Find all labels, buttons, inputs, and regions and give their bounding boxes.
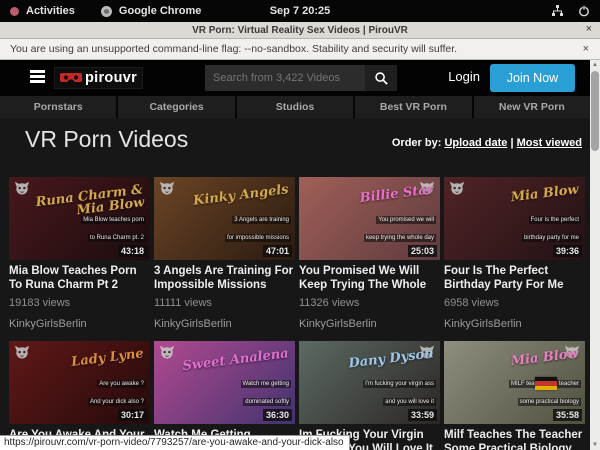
video-card[interactable]: Kinky Angels 3 Angels are training for i…	[154, 177, 295, 330]
network-icon[interactable]	[551, 5, 564, 17]
video-duration-badge: 25:03	[408, 245, 437, 257]
video-view-count: 19183 views	[9, 297, 150, 309]
desktop-top-bar: Activities Google Chrome Sep 7 20:25	[0, 0, 600, 22]
video-card[interactable]: Dany Dyson I'm fucking your virgin ass a…	[299, 341, 440, 450]
order-by-label: Order by:	[392, 137, 442, 149]
main-nav: PornstarsCategoriesStudiosBest VR PornNe…	[0, 96, 590, 118]
video-card[interactable]: Lady Lyne Are you awake ? And your dick …	[9, 341, 150, 450]
thumbnail-caption: Mia Blow teaches porn to Runa Charm pt. …	[81, 208, 146, 244]
nav-item-pornstars[interactable]: Pornstars	[0, 96, 118, 118]
video-card[interactable]: Mia Blow Four is the perfect birthday pa…	[444, 177, 585, 330]
scroll-down-icon[interactable]: ▼	[590, 440, 600, 450]
nav-item-studios[interactable]: Studios	[237, 96, 355, 118]
clock[interactable]: Sep 7 20:25	[0, 5, 600, 17]
studio-cat-logo-icon	[159, 345, 175, 360]
video-thumbnail[interactable]: Lady Lyne Are you awake ? And your dick …	[9, 341, 150, 424]
scrollbar-thumb[interactable]	[591, 71, 599, 151]
video-title-link[interactable]: Milf Teaches The Teacher Some Practical …	[444, 429, 585, 450]
studio-cat-logo-icon	[449, 181, 465, 196]
studio-link[interactable]: KinkyGirlsBerlin	[299, 318, 440, 330]
close-window-icon[interactable]: ×	[586, 23, 592, 35]
studio-cat-logo-icon	[14, 345, 30, 360]
nav-item-best-vr-porn[interactable]: Best VR Porn	[355, 96, 473, 118]
screen: Activities Google Chrome Sep 7 20:25 VR …	[0, 0, 600, 450]
studio-link[interactable]: KinkyGirlsBerlin	[154, 318, 295, 330]
page-title: VR Porn Videos	[25, 126, 188, 153]
video-thumbnail[interactable]: Dany Dyson I'm fucking your virgin ass a…	[299, 341, 440, 424]
search-button[interactable]	[365, 65, 397, 91]
search-input[interactable]	[205, 65, 365, 91]
nav-item-new-vr-porn[interactable]: New VR Porn	[474, 96, 590, 118]
video-view-count: 11326 views	[299, 297, 440, 309]
video-view-count: 6958 views	[444, 297, 585, 309]
order-separator: |	[507, 137, 516, 149]
thumbnail-caption: Watch me getting dominated softly	[241, 372, 291, 408]
video-card[interactable]: Runa Charm & Mia Blow Mia Blow teaches p…	[9, 177, 150, 330]
chrome-infobar: You are using an unsupported command-lin…	[0, 39, 600, 60]
join-now-button[interactable]: Join Now	[490, 64, 575, 92]
video-duration-badge: 35:58	[553, 409, 582, 421]
order-most-viewed-link[interactable]: Most viewed	[517, 137, 582, 149]
login-link[interactable]: Login	[448, 69, 480, 84]
search-icon	[374, 71, 389, 86]
video-duration-badge: 30:17	[118, 409, 147, 421]
page-viewport: pirouvr Login Join Now PornstarsCategori…	[0, 60, 600, 450]
video-title-link[interactable]: 3 Angels Are Training For Impossible Mis…	[154, 265, 295, 292]
browser-title-bar: VR Porn: Virtual Reality Sex Videos | Pi…	[0, 22, 600, 39]
video-thumbnail[interactable]: Kinky Angels 3 Angels are training for i…	[154, 177, 295, 260]
video-thumbnail[interactable]: Sweet Analena Watch me getting dominated…	[154, 341, 295, 424]
thumbnail-caption: Four is the perfect birthday party for m…	[522, 208, 581, 244]
video-title-link[interactable]: You Promised We Will Keep Trying The Who…	[299, 265, 440, 292]
video-title-link[interactable]: Mia Blow Teaches Porn To Runa Charm Pt 2	[9, 265, 150, 292]
studio-cat-logo-icon	[159, 181, 175, 196]
scroll-up-icon[interactable]: ▲	[590, 60, 600, 70]
video-title-link[interactable]: Four Is The Perfect Birthday Party For M…	[444, 265, 585, 292]
thumbnail-caption: Are you awake ? And your dick also ?	[88, 372, 146, 408]
vr-goggles-icon	[60, 72, 82, 84]
video-card[interactable]: Billie Star You promised we will keep tr…	[299, 177, 440, 330]
power-icon[interactable]	[578, 5, 590, 17]
video-thumbnail[interactable]: Runa Charm & Mia Blow Mia Blow teaches p…	[9, 177, 150, 260]
thumbnail-caption: I'm fucking your virgin ass and you will…	[363, 372, 436, 408]
studio-link[interactable]: KinkyGirlsBerlin	[444, 318, 585, 330]
video-grid: Runa Charm & Mia Blow Mia Blow teaches p…	[9, 177, 585, 450]
infobar-close-icon[interactable]: ×	[583, 43, 589, 55]
site-logo[interactable]: pirouvr	[54, 67, 143, 89]
order-upload-date-link[interactable]: Upload date	[444, 137, 507, 149]
nav-item-categories[interactable]: Categories	[118, 96, 236, 118]
video-card[interactable]: Mia Blow MILF teaches the teacher some p…	[444, 341, 585, 450]
video-thumbnail[interactable]: Billie Star You promised we will keep tr…	[299, 177, 440, 260]
thumbnail-caption: You promised we will keep trying the who…	[364, 208, 436, 244]
hamburger-menu-icon[interactable]	[30, 70, 45, 83]
video-thumbnail[interactable]: Mia Blow MILF teaches the teacher some p…	[444, 341, 585, 424]
site-logo-text: pirouvr	[85, 70, 137, 86]
video-duration-badge: 36:30	[263, 409, 292, 421]
status-bar-url: https://pirouvr.com/vr-porn-video/779325…	[0, 435, 350, 450]
browser-scrollbar[interactable]: ▲ ▼	[590, 60, 600, 450]
video-duration-badge: 47:01	[263, 245, 292, 257]
video-duration-badge: 39:36	[553, 245, 582, 257]
video-thumbnail[interactable]: Mia Blow Four is the perfect birthday pa…	[444, 177, 585, 260]
video-view-count: 11111 views	[154, 297, 295, 309]
infobar-message: You are using an unsupported command-lin…	[10, 43, 457, 55]
video-card[interactable]: Sweet Analena Watch me getting dominated…	[154, 341, 295, 450]
studio-cat-logo-icon	[14, 181, 30, 196]
video-duration-badge: 43:18	[118, 245, 147, 257]
german-flag-icon	[535, 377, 557, 390]
video-duration-badge: 33:59	[408, 409, 437, 421]
window-title: VR Porn: Virtual Reality Sex Videos | Pi…	[192, 25, 408, 36]
studio-link[interactable]: KinkyGirlsBerlin	[9, 318, 150, 330]
site-header: pirouvr Login Join Now	[0, 60, 590, 96]
order-by: Order by: Upload date | Most viewed	[392, 137, 582, 149]
thumbnail-caption: 3 Angels are training for impossible mis…	[225, 208, 291, 244]
